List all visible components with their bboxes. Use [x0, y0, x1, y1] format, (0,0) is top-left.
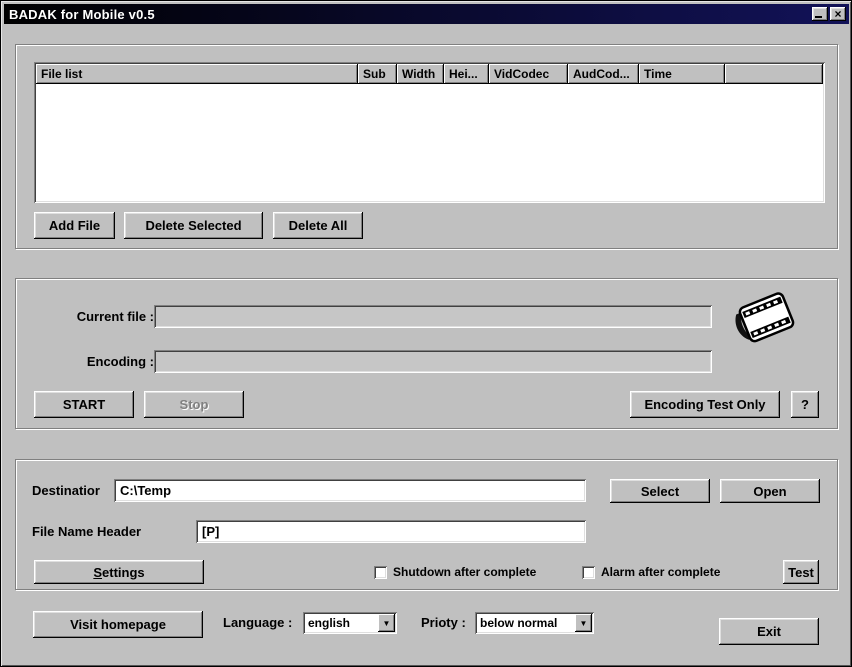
column-header-blank[interactable] — [725, 64, 823, 84]
open-button[interactable]: Open — [720, 479, 820, 503]
shutdown-after-complete-checkbox[interactable]: Shutdown after complete — [374, 562, 536, 582]
chevron-down-icon[interactable]: ▼ — [575, 614, 592, 632]
column-header-width[interactable]: Width — [397, 64, 444, 84]
add-file-button[interactable]: Add File — [34, 212, 115, 239]
delete-selected-button[interactable]: Delete Selected — [124, 212, 263, 239]
language-dropdown[interactable]: english ▼ — [303, 612, 397, 634]
column-header-file-list[interactable]: File list — [36, 64, 358, 84]
destination-label: Destinatior — [32, 483, 100, 498]
start-button[interactable]: START — [34, 391, 134, 418]
settings-button[interactable]: Settings — [34, 560, 204, 584]
close-button[interactable]: × — [830, 7, 846, 21]
priority-dropdown[interactable]: below normal ▼ — [475, 612, 594, 634]
minimize-icon — [815, 16, 822, 18]
visit-homepage-button[interactable]: Visit homepage — [33, 611, 203, 638]
delete-all-button[interactable]: Delete All — [273, 212, 363, 239]
column-header-time[interactable]: Time — [639, 64, 725, 84]
language-label: Language : — [223, 615, 293, 630]
stop-button[interactable]: Stop — [144, 391, 244, 418]
help-button[interactable]: ? — [791, 391, 819, 418]
destination-input[interactable] — [114, 479, 586, 502]
app-window: BADAK for Mobile v0.5 × File list Sub Wi… — [0, 0, 852, 667]
chevron-down-icon[interactable]: ▼ — [378, 614, 395, 632]
titlebar[interactable]: BADAK for Mobile v0.5 × — [4, 4, 849, 24]
column-header-height[interactable]: Hei... — [444, 64, 489, 84]
file-list[interactable]: File list Sub Width Hei... VidCodec AudC… — [34, 62, 825, 203]
encoding-progress-field — [154, 350, 712, 373]
file-list-group: File list Sub Width Hei... VidCodec AudC… — [15, 44, 838, 249]
exit-button[interactable]: Exit — [719, 618, 819, 645]
priority-value: below normal — [480, 616, 558, 630]
file-list-body[interactable] — [36, 84, 823, 201]
output-group: Destinatior Select Open File Name Header… — [15, 459, 838, 590]
column-header-vidcodec[interactable]: VidCodec — [489, 64, 568, 84]
file-name-header-input[interactable] — [196, 520, 586, 543]
current-file-field — [154, 305, 712, 328]
checkbox-box-icon[interactable] — [374, 565, 387, 579]
encoding-test-only-button[interactable]: Encoding Test Only — [630, 391, 780, 418]
select-button[interactable]: Select — [610, 479, 710, 503]
alarm-after-complete-label: Alarm after complete — [601, 565, 721, 579]
alarm-after-complete-checkbox[interactable]: Alarm after complete — [582, 562, 720, 582]
file-list-header: File list Sub Width Hei... VidCodec AudC… — [36, 64, 823, 84]
current-file-label: Current file : — [76, 309, 154, 324]
minimize-button[interactable] — [812, 7, 828, 21]
column-header-sub[interactable]: Sub — [358, 64, 397, 84]
film-clip-icon — [735, 292, 795, 343]
settings-mnemonic: S — [93, 564, 103, 580]
language-value: english — [308, 616, 351, 630]
settings-label-rest: ettings — [102, 564, 145, 580]
priority-label: Prioty : — [421, 615, 466, 630]
window-title: BADAK for Mobile v0.5 — [9, 6, 155, 22]
shutdown-after-complete-label: Shutdown after complete — [393, 565, 537, 579]
column-header-audcodec[interactable]: AudCod... — [568, 64, 639, 84]
encoding-group: Current file : Encoding : START Stop Enc… — [15, 278, 838, 429]
test-button[interactable]: Test — [783, 560, 819, 584]
close-icon: × — [834, 7, 842, 21]
file-name-header-label: File Name Header — [32, 524, 142, 539]
encoding-label: Encoding : — [86, 354, 154, 369]
checkbox-box-icon[interactable] — [582, 565, 595, 579]
